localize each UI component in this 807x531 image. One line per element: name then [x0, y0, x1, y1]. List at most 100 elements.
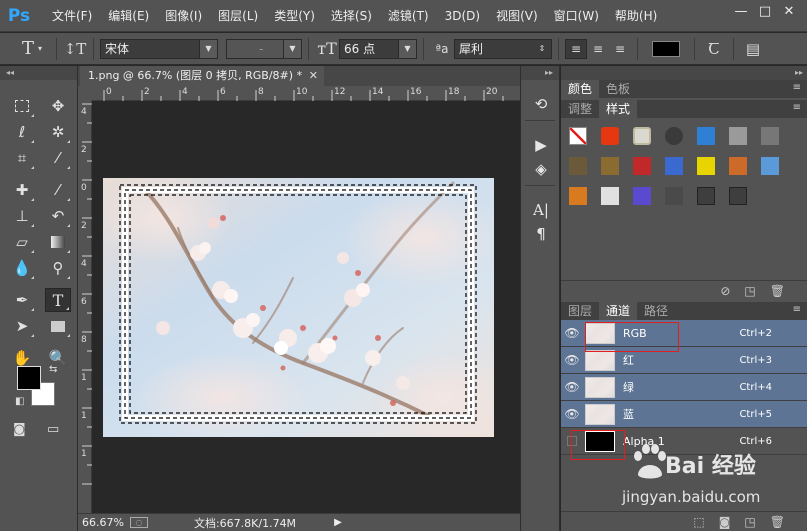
- panel-menu-icon[interactable]: ≡: [793, 102, 801, 113]
- align-right-button[interactable]: ≡: [609, 39, 631, 59]
- paragraph-panel-icon[interactable]: ¶: [521, 222, 561, 246]
- character-panel-icon[interactable]: A|: [521, 198, 561, 222]
- eye-icon[interactable]: 👁: [561, 326, 583, 340]
- style-swatch[interactable]: [726, 124, 750, 148]
- collapse-arrows-icon[interactable]: ◂◂: [0, 66, 77, 80]
- style-swatch[interactable]: [598, 154, 622, 178]
- collapse-arrows-icon[interactable]: ▸▸: [521, 66, 559, 80]
- quick-mask-icon[interactable]: ◙: [13, 422, 33, 438]
- style-swatch[interactable]: [630, 154, 654, 178]
- style-swatch[interactable]: [726, 184, 750, 208]
- marquee-tool-icon[interactable]: [9, 94, 35, 118]
- warp-text-icon[interactable]: Ꞇ: [701, 40, 727, 58]
- foreground-color[interactable]: [17, 366, 41, 390]
- channel-row-green[interactable]: 👁 绿 Ctrl+4: [561, 374, 807, 401]
- style-swatch[interactable]: [758, 124, 782, 148]
- actions-panel-icon[interactable]: ▶: [521, 133, 561, 157]
- toggle-orientation-icon[interactable]: ↕T: [63, 40, 87, 58]
- crop-tool-icon[interactable]: ⌗: [9, 146, 35, 170]
- character-panel-icon[interactable]: ▤: [740, 40, 766, 58]
- style-swatch[interactable]: [662, 154, 686, 178]
- zoom-level[interactable]: 66.67%: [82, 516, 124, 529]
- font-style-select[interactable]: - ▼: [226, 38, 302, 59]
- healing-brush-icon[interactable]: ✚: [9, 178, 35, 202]
- style-swatch[interactable]: [694, 124, 718, 148]
- load-selection-icon[interactable]: ⬚: [693, 515, 704, 529]
- new-style-icon[interactable]: ◳: [744, 284, 755, 298]
- eye-icon[interactable]: 👁: [561, 353, 583, 367]
- menu-layer[interactable]: 图层(L): [210, 7, 266, 24]
- close-icon[interactable]: ✕: [309, 66, 318, 86]
- font-size-select[interactable]: 66 点 ▼: [339, 38, 417, 59]
- menu-3d[interactable]: 3D(D): [437, 9, 488, 23]
- lasso-tool-icon[interactable]: ℓ: [9, 120, 35, 144]
- style-swatch[interactable]: [630, 124, 654, 148]
- style-swatch[interactable]: [566, 124, 590, 148]
- menu-filter[interactable]: 滤镜(T): [380, 7, 437, 24]
- delete-channel-icon[interactable]: 🗑: [770, 515, 785, 529]
- channel-row-blue[interactable]: 👁 蓝 Ctrl+5: [561, 401, 807, 428]
- tab-channels[interactable]: 通道: [599, 302, 638, 320]
- new-channel-icon[interactable]: ◳: [744, 515, 755, 529]
- menu-window[interactable]: 窗口(W): [546, 7, 607, 24]
- style-swatch[interactable]: [630, 184, 654, 208]
- save-selection-icon[interactable]: ◙: [719, 515, 731, 529]
- align-center-button[interactable]: ≡: [587, 39, 609, 59]
- eye-icon[interactable]: 👁: [561, 380, 583, 394]
- tab-swatches[interactable]: 色板: [599, 80, 637, 98]
- panel-menu-icon[interactable]: ≡: [793, 304, 801, 315]
- style-swatch[interactable]: [758, 154, 782, 178]
- style-swatch[interactable]: [694, 184, 718, 208]
- style-swatch[interactable]: [566, 154, 590, 178]
- tab-layers[interactable]: 图层: [561, 302, 599, 320]
- gradient-tool-icon[interactable]: [45, 230, 71, 254]
- close-button[interactable]: ✕: [777, 2, 801, 20]
- eraser-tool-icon[interactable]: ▱: [9, 230, 35, 254]
- menu-file[interactable]: 文件(F): [44, 7, 100, 24]
- text-color-swatch[interactable]: [652, 40, 680, 57]
- tab-styles[interactable]: 样式: [599, 100, 638, 118]
- style-swatch[interactable]: [566, 184, 590, 208]
- clone-stamp-icon[interactable]: ⊥: [9, 204, 35, 228]
- tab-color[interactable]: 颜色: [561, 80, 600, 98]
- rectangle-tool-icon[interactable]: [45, 314, 71, 338]
- pen-tool-icon[interactable]: ✒: [9, 288, 35, 312]
- menu-image[interactable]: 图像(I): [157, 7, 210, 24]
- canvas-image[interactable]: [103, 178, 494, 437]
- history-panel-icon[interactable]: ⟲: [521, 92, 561, 116]
- minimize-button[interactable]: —: [729, 2, 753, 20]
- path-selection-icon[interactable]: ➤: [9, 314, 35, 338]
- font-family-select[interactable]: 宋体 ▼: [100, 38, 218, 59]
- swap-colors-icon[interactable]: ⇆: [49, 364, 57, 375]
- status-menu-arrow-icon[interactable]: ▶: [334, 517, 342, 528]
- move-tool-icon[interactable]: ✥: [45, 94, 71, 118]
- style-swatch[interactable]: [726, 154, 750, 178]
- brush-tool-icon[interactable]: ⁄: [45, 178, 71, 202]
- menu-view[interactable]: 视图(V): [488, 7, 546, 24]
- properties-panel-icon[interactable]: ◈: [521, 157, 561, 181]
- collapse-arrows-icon[interactable]: ▸▸: [561, 66, 807, 80]
- history-brush-icon[interactable]: ↶: [45, 204, 71, 228]
- magic-wand-icon[interactable]: ✲: [45, 120, 71, 144]
- blur-tool-icon[interactable]: 💧: [9, 256, 35, 280]
- document-tab[interactable]: 1.png @ 66.7% (图层 0 拷贝, RGB/8#) * ✕: [80, 66, 324, 86]
- panel-menu-icon[interactable]: ≡: [793, 82, 801, 93]
- type-tool-preset-icon[interactable]: T ▾: [14, 38, 50, 59]
- delete-style-icon[interactable]: 🗑: [770, 284, 785, 298]
- eyedropper-icon[interactable]: ⁄: [45, 146, 71, 170]
- screen-mode-icon[interactable]: ▭: [47, 422, 67, 438]
- tab-paths[interactable]: 路径: [637, 302, 675, 320]
- menu-select[interactable]: 选择(S): [323, 7, 380, 24]
- style-swatch[interactable]: [662, 124, 686, 148]
- clear-style-icon[interactable]: ⊘: [720, 284, 730, 298]
- menu-help[interactable]: 帮助(H): [607, 7, 665, 24]
- style-swatch[interactable]: [662, 184, 686, 208]
- style-swatch[interactable]: [694, 154, 718, 178]
- dodge-tool-icon[interactable]: ⚲: [45, 256, 71, 280]
- menu-type[interactable]: 类型(Y): [266, 7, 323, 24]
- tab-adjustments[interactable]: 调整: [561, 100, 599, 118]
- antialias-select[interactable]: 犀利 ⇕: [454, 38, 552, 59]
- default-colors-icon[interactable]: ◧: [15, 396, 24, 407]
- align-left-button[interactable]: ≡: [565, 38, 587, 59]
- restore-button[interactable]: □: [753, 2, 777, 20]
